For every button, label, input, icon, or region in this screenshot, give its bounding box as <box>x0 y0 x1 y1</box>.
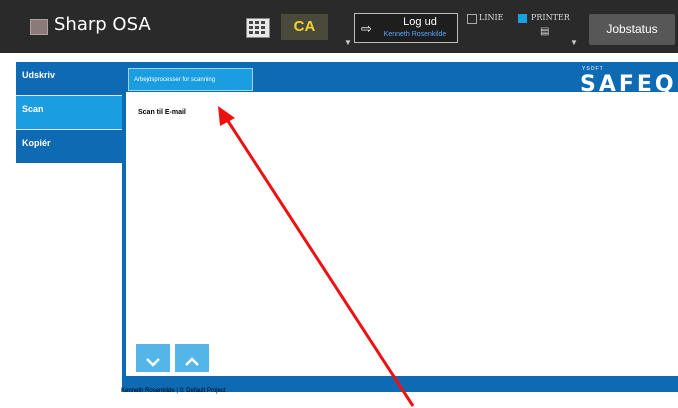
scroll-up-button[interactable] <box>175 344 209 372</box>
chevron-down-icon <box>146 357 160 367</box>
top-bar: Sharp OSA CA ▼ ⇨ Log ud Kenneth Rosenkil… <box>0 0 678 53</box>
logout-label: Log ud <box>403 16 437 28</box>
main-area: Udskriv Scan Kopiér Arbejdsprocesser for… <box>0 53 678 408</box>
caret-down-icon[interactable]: ▼ <box>344 38 352 47</box>
jobstatus-button[interactable]: Jobstatus <box>589 14 675 45</box>
linie-indicator <box>467 14 477 24</box>
app-title: Sharp OSA <box>54 14 151 35</box>
sidebar-item-label: Udskriv <box>22 70 56 80</box>
sidebar-item-label: Kopiér <box>22 138 51 148</box>
footer-status: Kenneth Rosenkilde | 0: Default Project <box>121 388 226 394</box>
logout-button[interactable]: ⇨ Log ud Kenneth Rosenkilde <box>354 13 458 43</box>
sidebar-item-kopier[interactable]: Kopiér <box>16 130 122 163</box>
workflow-item-scan-to-email[interactable]: Scan til E-mail <box>138 109 186 116</box>
logout-icon: ⇨ <box>361 21 372 36</box>
printer-icon[interactable]: ▤ <box>540 27 551 37</box>
printer-indicator <box>518 14 527 23</box>
sidebar-item-label: Scan <box>22 104 44 114</box>
sidebar-item-scan[interactable]: Scan <box>16 96 122 129</box>
linie-label: LINIE <box>479 13 504 22</box>
scroll-down-button[interactable] <box>136 344 170 372</box>
caret-down-icon[interactable]: ▼ <box>570 38 578 47</box>
logged-in-user: Kenneth Rosenkilde <box>383 31 447 38</box>
app-icon <box>30 19 48 35</box>
chevron-up-icon <box>185 356 199 366</box>
tab-scan-workflows[interactable]: Arbejdsprocesser for scanning <box>128 68 253 91</box>
printer-label: PRINTER <box>531 13 570 22</box>
clear-all-button[interactable]: CA <box>281 14 328 40</box>
workflow-list <box>126 92 678 376</box>
sidebar-item-udskriv[interactable]: Udskriv <box>16 62 122 95</box>
keypad-icon[interactable] <box>246 18 270 38</box>
